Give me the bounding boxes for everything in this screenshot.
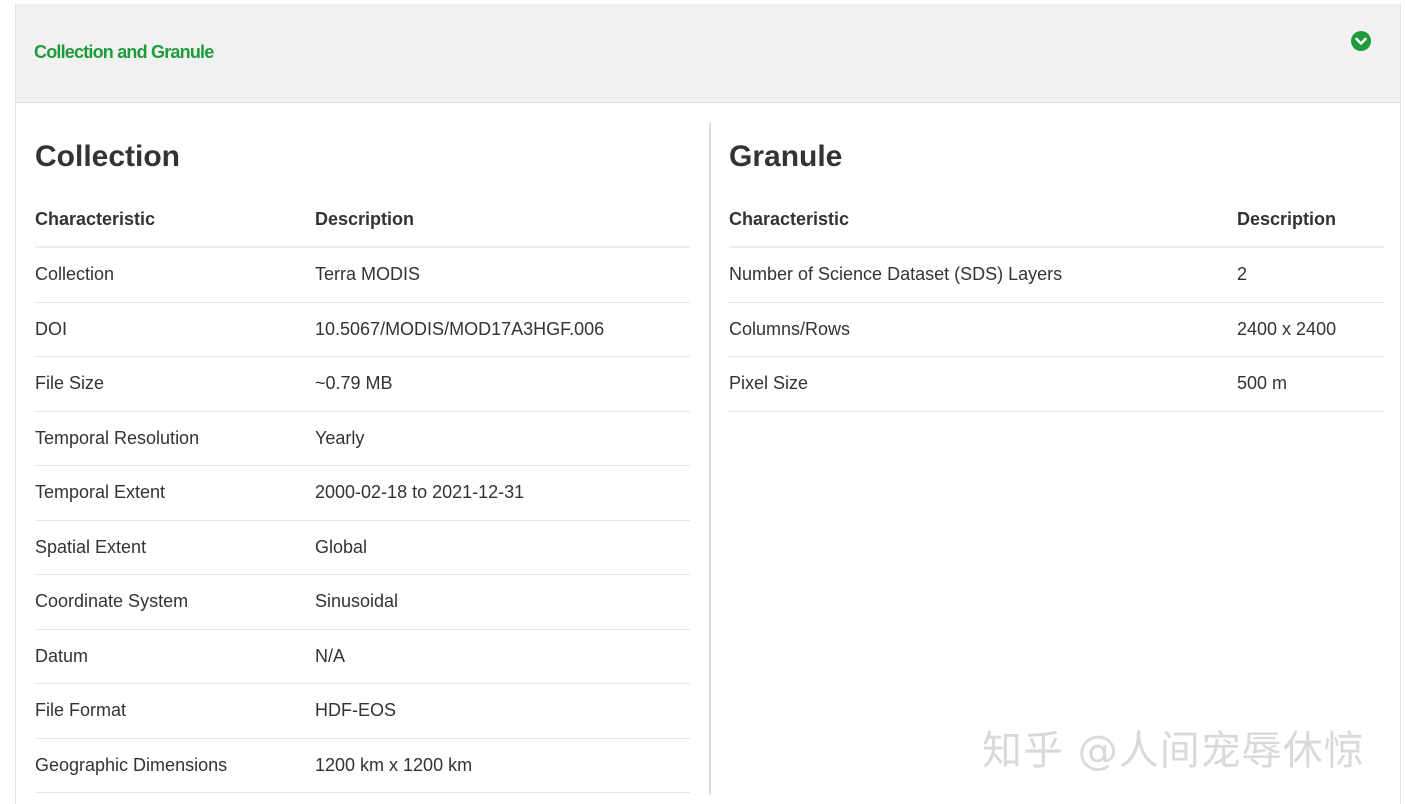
row-description: Global (315, 520, 690, 575)
table-row: Spatial Extent Global (35, 520, 690, 575)
row-characteristic: Coordinate System (35, 574, 315, 630)
table-row: Collection Terra MODIS (35, 247, 690, 303)
row-description: 10.5067/MODIS/MOD17A3HGF.006 (315, 302, 690, 357)
row-characteristic: File Format (35, 683, 315, 739)
row-characteristic: Number of Science Dataset (SDS) Layers (729, 247, 1237, 303)
row-characteristic: Geographic Dimensions (35, 738, 315, 793)
table-header-row: Characteristic Description (729, 192, 1384, 248)
collection-title: Collection (35, 140, 181, 173)
row-characteristic: Temporal Resolution (35, 411, 315, 466)
table-row: Columns/Rows 2400 x 2400 (729, 302, 1384, 357)
collection-table: Characteristic Description Collection Te… (35, 192, 690, 793)
collection-granule-panel: Collection and Granule Collection Charac… (15, 4, 1401, 804)
row-description: HDF-EOS (315, 683, 690, 739)
table-row: Pixel Size 500 m (729, 356, 1384, 412)
row-characteristic: Pixel Size (729, 356, 1237, 412)
chevron-down-circle-icon[interactable] (1351, 31, 1371, 51)
table-row: Number of Science Dataset (SDS) Layers 2 (729, 247, 1384, 303)
panel-title[interactable]: Collection and Granule (34, 42, 214, 63)
row-characteristic: DOI (35, 302, 315, 357)
row-description: 2400 x 2400 (1237, 302, 1384, 357)
row-description: N/A (315, 629, 690, 684)
row-characteristic: Columns/Rows (729, 302, 1237, 357)
granule-title: Granule (729, 140, 843, 173)
row-characteristic: Datum (35, 629, 315, 684)
column-divider (709, 123, 711, 795)
row-characteristic: Collection (35, 247, 315, 303)
row-description: ~0.79 MB (315, 356, 690, 412)
row-description: 2000-02-18 to 2021-12-31 (315, 465, 690, 521)
table-header-row: Characteristic Description (35, 192, 690, 248)
row-description: Sinusoidal (315, 574, 690, 630)
column-header-description: Description (1237, 192, 1384, 248)
row-description: 500 m (1237, 356, 1384, 412)
table-row: File Size ~0.79 MB (35, 356, 690, 412)
granule-table: Characteristic Description Number of Sci… (729, 192, 1384, 412)
watermark-text: 知乎 @人间宠辱休惊 (982, 728, 1365, 774)
row-description: 2 (1237, 247, 1384, 303)
row-characteristic: Spatial Extent (35, 520, 315, 575)
panel-header[interactable]: Collection and Granule (16, 4, 1400, 103)
row-description: Yearly (315, 411, 690, 466)
table-row: Coordinate System Sinusoidal (35, 574, 690, 630)
table-row: DOI 10.5067/MODIS/MOD17A3HGF.006 (35, 302, 690, 357)
row-description: Terra MODIS (315, 247, 690, 303)
table-row: Datum N/A (35, 629, 690, 684)
column-header-description: Description (315, 192, 690, 248)
column-header-characteristic: Characteristic (35, 192, 315, 248)
row-description: 1200 km x 1200 km (315, 738, 690, 793)
table-row: Geographic Dimensions 1200 km x 1200 km (35, 738, 690, 793)
table-row: File Format HDF-EOS (35, 683, 690, 739)
table-row: Temporal Extent 2000-02-18 to 2021-12-31 (35, 465, 690, 521)
row-characteristic: Temporal Extent (35, 465, 315, 521)
column-header-characteristic: Characteristic (729, 192, 1237, 248)
table-row: Temporal Resolution Yearly (35, 411, 690, 466)
row-characteristic: File Size (35, 356, 315, 412)
